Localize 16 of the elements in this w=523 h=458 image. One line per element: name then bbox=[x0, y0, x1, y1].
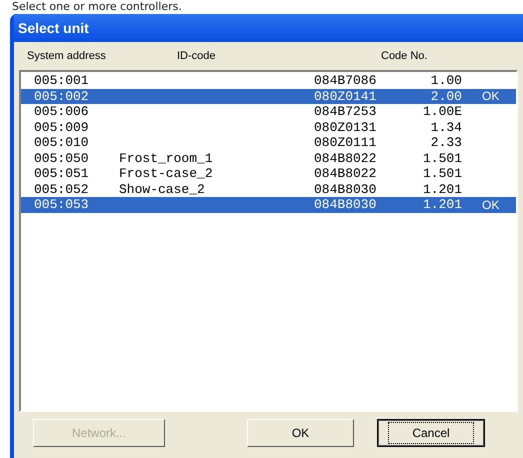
window-title: Select unit bbox=[18, 20, 89, 36]
instruction-text: Select one or more controllers. bbox=[11, 0, 183, 14]
list-row[interactable]: 005:052 Show-case_2 084B8030 1.201 bbox=[21, 182, 516, 197]
dialog-button[interactable]: Cancel bbox=[377, 419, 485, 447]
list-row[interactable]: 005:053 084B8030 1.201 OK bbox=[21, 197, 516, 212]
column-header: Code No. bbox=[381, 50, 428, 62]
list-row[interactable]: 005:001 084B7086 1.00 bbox=[21, 73, 516, 88]
column-header: System address bbox=[27, 50, 106, 62]
column-header: ID-code bbox=[177, 50, 216, 62]
list-row[interactable]: 005:002 080Z0141 2.00 OK bbox=[21, 88, 516, 104]
dialog-button[interactable]: OK bbox=[247, 419, 354, 447]
list-row[interactable]: 005:009 080Z0131 1.34 bbox=[21, 120, 516, 135]
list-row[interactable]: 005:050 Frost_room_1 084B8022 1.501 bbox=[21, 150, 516, 166]
list-row[interactable]: 005:051 Frost-case_2 084B8022 1.501 bbox=[21, 166, 516, 182]
list-row[interactable]: 005:006 084B7253 1.00E bbox=[21, 104, 516, 120]
list-row[interactable]: 005:010 080Z0111 2.33 bbox=[21, 135, 516, 150]
